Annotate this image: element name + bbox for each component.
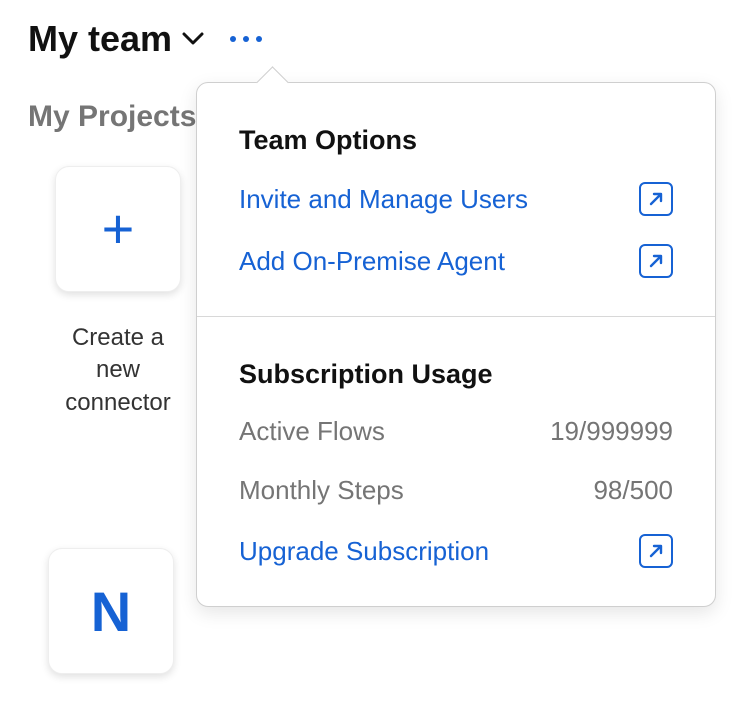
external-link-icon (639, 244, 673, 278)
active-flows-label: Active Flows (239, 416, 385, 447)
subscription-usage-heading: Subscription Usage (239, 359, 673, 390)
page-header: My team (0, 0, 736, 60)
external-link-icon (639, 534, 673, 568)
upgrade-subscription-label: Upgrade Subscription (239, 536, 489, 567)
connector-letter-icon: N (91, 579, 131, 644)
active-flows-row: Active Flows 19/999999 (239, 416, 673, 447)
dot-icon (243, 36, 249, 42)
dot-icon (256, 36, 262, 42)
create-connector-card-col: + Create a new connector (48, 166, 188, 419)
more-options-button[interactable] (222, 28, 270, 50)
subscription-usage-section: Subscription Usage Active Flows 19/99999… (197, 317, 715, 606)
team-name: My team (28, 18, 172, 60)
external-link-icon (639, 182, 673, 216)
active-flows-value: 19/999999 (550, 416, 673, 447)
team-options-section: Team Options Invite and Manage Users Add… (197, 83, 715, 316)
create-connector-tile[interactable]: + (55, 166, 181, 292)
team-options-heading: Team Options (239, 125, 673, 156)
team-options-popover: Team Options Invite and Manage Users Add… (196, 82, 716, 607)
create-connector-caption: Create a new connector (48, 322, 188, 419)
add-onpremise-agent-link[interactable]: Add On-Premise Agent (239, 244, 673, 278)
connector-tile[interactable]: N (48, 548, 174, 674)
invite-manage-users-link[interactable]: Invite and Manage Users (239, 182, 673, 216)
team-dropdown[interactable]: My team (28, 18, 204, 60)
plus-icon: + (102, 201, 135, 257)
chevron-down-icon (182, 32, 204, 46)
invite-manage-users-label: Invite and Manage Users (239, 184, 528, 215)
monthly-steps-value: 98/500 (593, 475, 673, 506)
upgrade-subscription-link[interactable]: Upgrade Subscription (239, 534, 673, 568)
monthly-steps-row: Monthly Steps 98/500 (239, 475, 673, 506)
dot-icon (230, 36, 236, 42)
connector-card-col: N (48, 548, 174, 674)
monthly-steps-label: Monthly Steps (239, 475, 404, 506)
add-onpremise-agent-label: Add On-Premise Agent (239, 246, 505, 277)
